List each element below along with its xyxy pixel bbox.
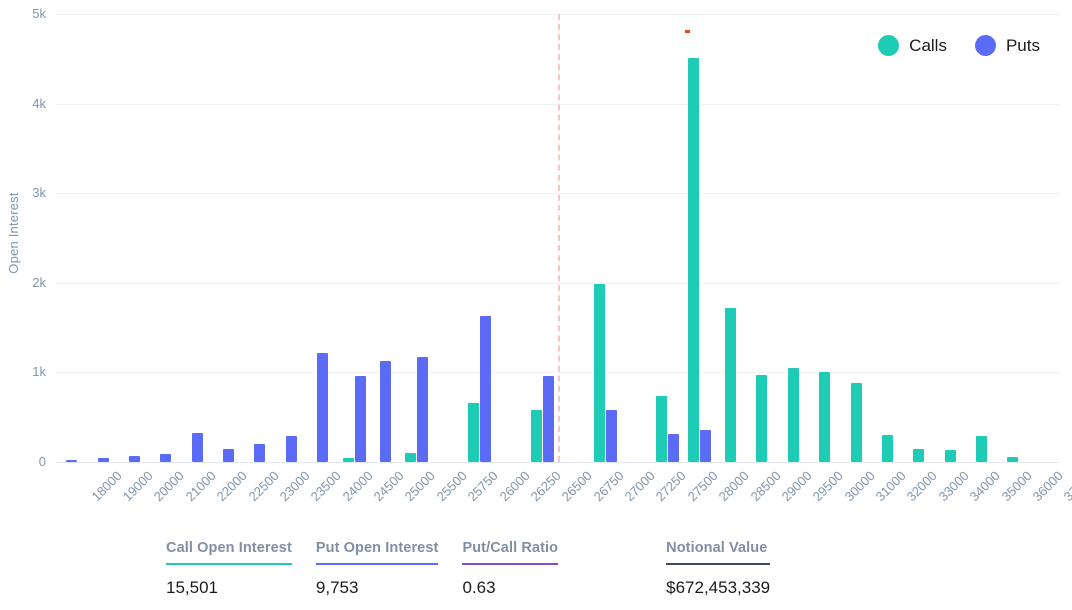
bar-puts[interactable] bbox=[355, 376, 366, 462]
bar-puts[interactable] bbox=[700, 430, 711, 462]
bar-calls[interactable] bbox=[656, 396, 667, 462]
bar-puts[interactable] bbox=[286, 436, 297, 462]
x-axis-tick-label: 27000 bbox=[622, 468, 658, 504]
x-axis-tick-label: 27250 bbox=[653, 468, 689, 504]
bar-puts[interactable] bbox=[160, 454, 171, 462]
stat-card: Put/Call Ratio 0.63 bbox=[462, 540, 558, 598]
x-axis-tick-label: 19000 bbox=[120, 468, 156, 504]
x-axis-tick-label: 28500 bbox=[747, 468, 783, 504]
spot-price-marker-line bbox=[558, 14, 560, 462]
stat-card: Put Open Interest 9,753 bbox=[316, 540, 439, 598]
stat-card: Call Open Interest 15,501 bbox=[166, 540, 292, 598]
x-axis-tick-label: 28000 bbox=[716, 468, 752, 504]
stat-title: Put Open Interest bbox=[316, 540, 439, 563]
bar-puts[interactable] bbox=[380, 361, 391, 462]
stat-underline bbox=[462, 563, 558, 565]
bar-calls[interactable] bbox=[594, 284, 605, 462]
stat-value: 15,501 bbox=[166, 578, 292, 598]
bar-calls[interactable] bbox=[468, 403, 479, 462]
stat-underline bbox=[316, 563, 439, 565]
x-axis-tick-label: 37000 bbox=[1061, 468, 1072, 504]
x-axis-tick-label: 24500 bbox=[371, 468, 407, 504]
x-axis-tick-label: 23500 bbox=[308, 468, 344, 504]
bar-calls[interactable] bbox=[819, 372, 830, 462]
bar-calls[interactable] bbox=[913, 449, 924, 462]
bar-puts[interactable] bbox=[192, 433, 203, 462]
bar-calls[interactable] bbox=[688, 58, 699, 462]
stat-title: Call Open Interest bbox=[166, 540, 292, 563]
x-axis-tick-label: 29000 bbox=[779, 468, 815, 504]
plot-area: 01k2k3k4k5k bbox=[56, 14, 1060, 462]
x-axis-tick-label: 27500 bbox=[684, 468, 720, 504]
bar-calls[interactable] bbox=[725, 308, 736, 462]
bar-puts[interactable] bbox=[254, 444, 265, 462]
max-point-marker bbox=[685, 30, 690, 33]
bar-calls[interactable] bbox=[945, 450, 956, 462]
stat-card: Notional Value $672,453,339 bbox=[666, 540, 770, 598]
bar-puts[interactable] bbox=[317, 353, 328, 462]
x-axis-tick-label: 26000 bbox=[496, 468, 532, 504]
x-axis-tick-label: 22000 bbox=[214, 468, 250, 504]
x-axis-tick-label: 31000 bbox=[873, 468, 909, 504]
x-axis-tick-label: 25500 bbox=[433, 468, 469, 504]
stat-value: 9,753 bbox=[316, 578, 439, 598]
stat-underline bbox=[166, 563, 292, 565]
stat-underline bbox=[666, 563, 770, 565]
bar-puts[interactable] bbox=[606, 410, 617, 462]
x-axis-tick-label: 25000 bbox=[402, 468, 438, 504]
bar-puts[interactable] bbox=[543, 376, 554, 462]
stat-value: 0.63 bbox=[462, 578, 558, 598]
x-axis-tick-label: 25750 bbox=[465, 468, 501, 504]
x-axis-tick-label: 33000 bbox=[935, 468, 971, 504]
bar-calls[interactable] bbox=[882, 435, 893, 462]
x-axis-tick-label: 20000 bbox=[151, 468, 187, 504]
y-axis-tick-label: 0 bbox=[2, 454, 46, 469]
x-axis-tick-label: 29500 bbox=[810, 468, 846, 504]
stat-title: Notional Value bbox=[666, 540, 770, 563]
x-axis-tick-label: 23000 bbox=[277, 468, 313, 504]
x-axis-tick-label: 26750 bbox=[590, 468, 626, 504]
bar-calls[interactable] bbox=[851, 383, 862, 462]
x-axis-tick-label: 26500 bbox=[559, 468, 595, 504]
x-axis-tick-label: 18000 bbox=[88, 468, 124, 504]
stat-value: $672,453,339 bbox=[666, 578, 770, 598]
bar-calls[interactable] bbox=[405, 453, 416, 462]
bar-puts[interactable] bbox=[480, 316, 491, 462]
x-axis-tick-label: 21000 bbox=[182, 468, 218, 504]
x-axis-tick-label: 35000 bbox=[998, 468, 1034, 504]
x-axis-tick-label: 36000 bbox=[1030, 468, 1066, 504]
y-axis-tick-label: 5k bbox=[2, 6, 46, 21]
bar-calls[interactable] bbox=[531, 410, 542, 462]
y-axis-tick-label: 3k bbox=[2, 185, 46, 200]
summary-stats: Call Open Interest 15,501 Put Open Interes… bbox=[166, 540, 794, 598]
x-axis-tick-label: 26250 bbox=[528, 468, 564, 504]
bar-puts[interactable] bbox=[417, 357, 428, 462]
bar-calls[interactable] bbox=[976, 436, 987, 462]
y-axis-tick-label: 2k bbox=[2, 275, 46, 290]
bar-puts[interactable] bbox=[668, 434, 679, 462]
open-interest-chart-page: Calls Puts Open Interest 01k2k3k4k5k 180… bbox=[0, 0, 1072, 610]
x-axis-tick-label: 22500 bbox=[245, 468, 281, 504]
x-axis-tick-label: 32000 bbox=[904, 468, 940, 504]
stat-title: Put/Call Ratio bbox=[462, 540, 558, 563]
bar-calls[interactable] bbox=[788, 368, 799, 462]
x-axis-tick-label: 34000 bbox=[967, 468, 1003, 504]
x-axis-tick-labels: 1800019000200002100022000225002300023500… bbox=[56, 462, 1060, 522]
x-axis-tick-label: 24000 bbox=[339, 468, 375, 504]
x-axis-tick-label: 30000 bbox=[841, 468, 877, 504]
y-axis-tick-label: 1k bbox=[2, 364, 46, 379]
bar-puts[interactable] bbox=[223, 449, 234, 462]
y-axis-tick-label: 4k bbox=[2, 96, 46, 111]
bar-calls[interactable] bbox=[756, 375, 767, 462]
